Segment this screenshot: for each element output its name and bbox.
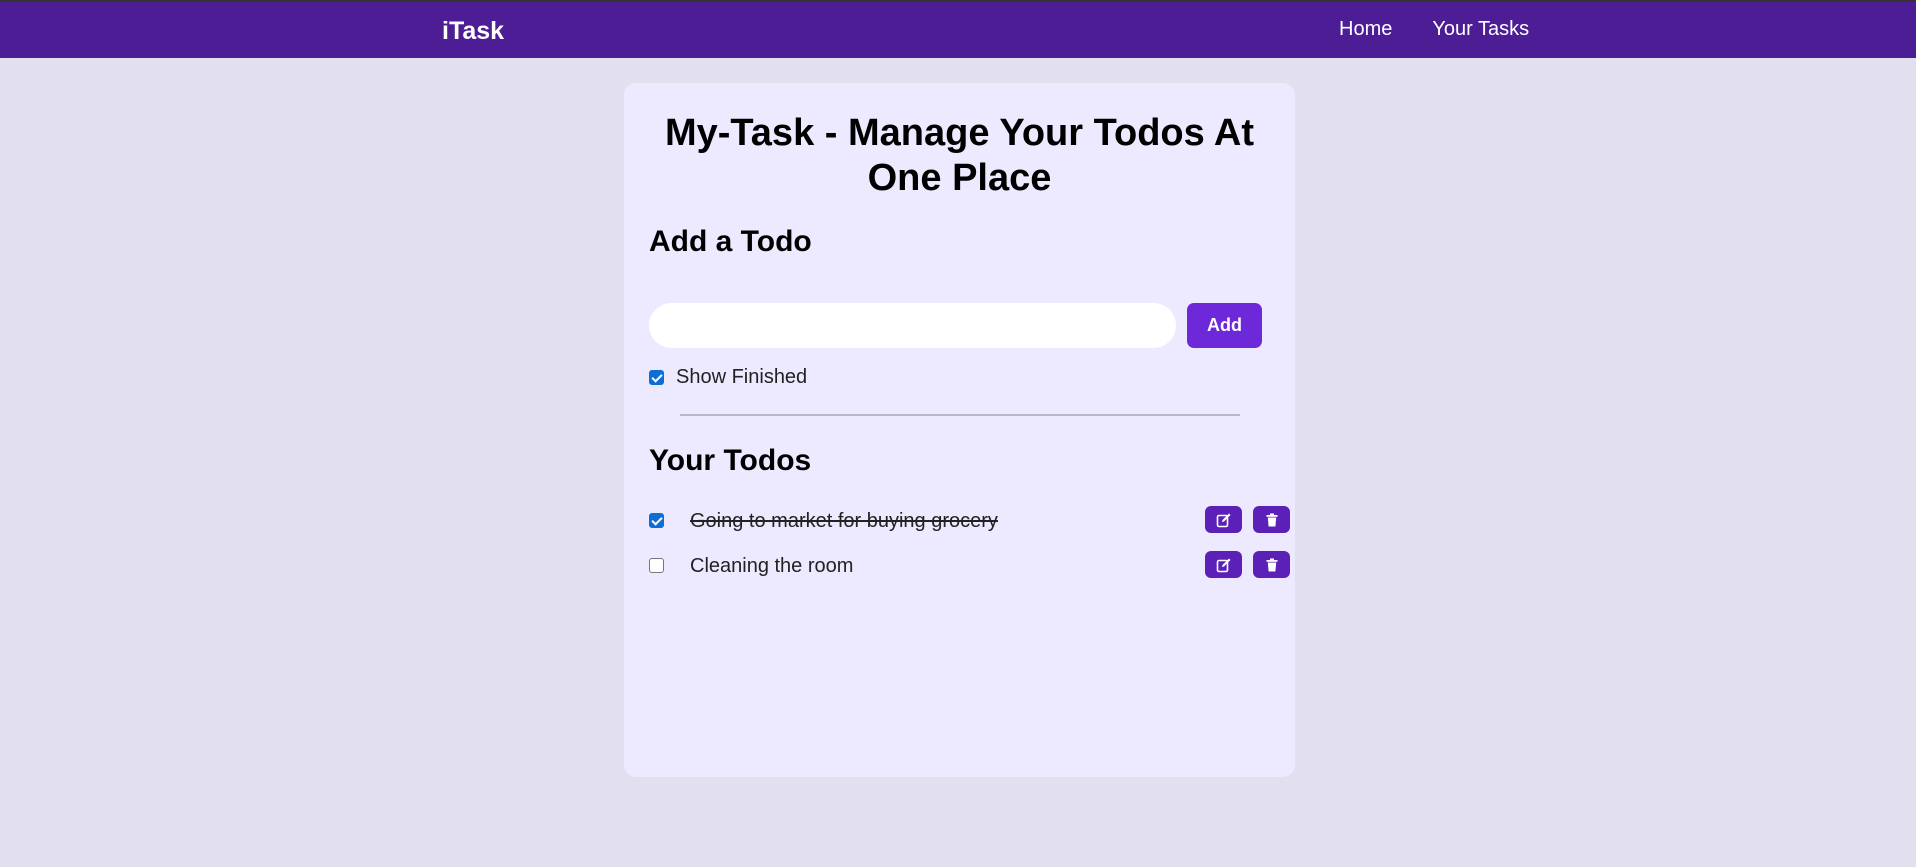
delete-button[interactable] bbox=[1253, 506, 1290, 533]
todo-input[interactable] bbox=[649, 303, 1176, 348]
nav-link-home[interactable]: Home bbox=[1339, 18, 1392, 41]
divider bbox=[680, 414, 1240, 416]
trash-icon bbox=[1266, 513, 1277, 526]
your-todos-heading: Your Todos bbox=[649, 444, 812, 477]
nav-links: Home Your Tasks bbox=[1339, 18, 1529, 41]
add-todo-heading: Add a Todo bbox=[649, 225, 812, 258]
edit-icon bbox=[1216, 558, 1230, 572]
edit-button[interactable] bbox=[1205, 506, 1242, 533]
todo-item: Going to market for buying grocery bbox=[649, 506, 1290, 536]
todo-item: Cleaning the room bbox=[649, 551, 1290, 581]
navbar: iTask Home Your Tasks bbox=[0, 2, 1916, 58]
show-finished-toggle[interactable]: Show Finished bbox=[649, 366, 807, 389]
show-finished-checkbox[interactable] bbox=[649, 370, 664, 385]
delete-button[interactable] bbox=[1253, 551, 1290, 578]
edit-icon bbox=[1216, 513, 1230, 527]
nav-link-your-tasks[interactable]: Your Tasks bbox=[1432, 18, 1529, 41]
page-title: My-Task - Manage Your Todos At One Place bbox=[664, 112, 1255, 199]
todo-card: My-Task - Manage Your Todos At One Place… bbox=[624, 83, 1295, 777]
brand-logo[interactable]: iTask bbox=[442, 17, 504, 46]
todo-text: Cleaning the room bbox=[690, 555, 854, 577]
add-button[interactable]: Add bbox=[1187, 303, 1262, 348]
todo-checkbox[interactable] bbox=[649, 558, 664, 573]
todo-checkbox[interactable] bbox=[649, 513, 664, 528]
todo-text: Going to market for buying grocery bbox=[690, 510, 998, 532]
show-finished-label[interactable]: Show Finished bbox=[676, 366, 807, 389]
edit-button[interactable] bbox=[1205, 551, 1242, 578]
trash-icon bbox=[1266, 558, 1277, 571]
